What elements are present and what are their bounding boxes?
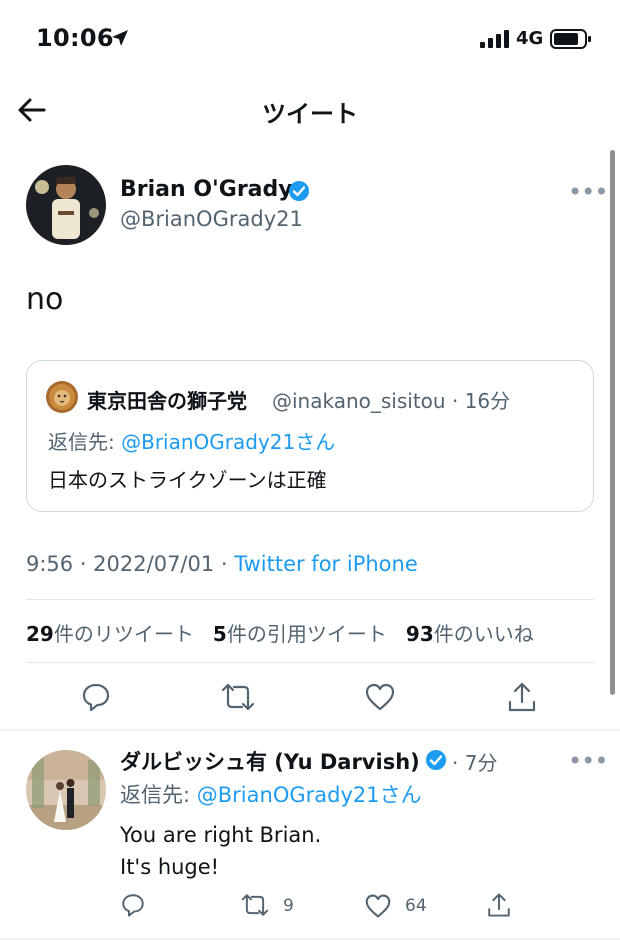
reply-author-name[interactable]: ダルビッシュ有 (Yu Darvish) [120,746,420,776]
battery-icon [550,29,591,49]
reply-to-label: 返信先: [48,430,122,454]
tweet-text: no [26,282,64,317]
author-avatar-image [26,165,106,245]
reply-to-label: 返信先: [120,783,197,807]
location-arrow-icon [112,30,128,46]
like-heart-icon[interactable] [364,893,392,919]
quote-text: 日本のストライクゾーンは正確 [48,468,327,492]
quote-author-avatar[interactable] [46,381,78,413]
quote-author-handle-time: @inakano_sisitou · 16分 [272,389,511,413]
author-handle[interactable]: @BrianOGrady21 [120,207,303,231]
like-count: 64 [405,896,427,916]
reply-icon[interactable] [80,681,112,713]
author-name[interactable]: Brian O'Grady [120,177,293,202]
likes-stat[interactable]: 93件のいいね [406,622,534,646]
share-icon[interactable] [506,680,538,714]
section-separator [0,729,620,731]
scrollbar[interactable] [610,150,615,695]
like-heart-icon[interactable] [364,682,396,712]
back-arrow-icon[interactable] [16,96,48,124]
network-type: 4G [516,28,544,49]
cellular-signal-icon [480,30,509,48]
status-time: 10:06 [36,24,114,52]
verified-badge-icon [426,750,446,770]
reply-avatar-image [26,750,106,830]
nav-bar: ツイート [0,80,620,140]
share-icon[interactable] [486,891,512,919]
retweet-icon[interactable] [240,892,270,918]
quoted-tweet[interactable]: 東京田舎の獅子党 @inakano_sisitou · 16分 返信先: @Br… [26,360,594,512]
quote-author-name: 東京田舎の獅子党 [87,389,247,413]
retweet-icon[interactable] [220,681,256,713]
status-bar: 10:06 4G [0,0,620,80]
reply-time: · 7分 [452,751,498,775]
tweet-meta: 9:56 · 2022/07/01 · Twitter for iPhone [26,552,418,576]
author-avatar[interactable] [26,165,106,245]
reply-text-line: It's huge! [120,855,220,879]
reply-author-avatar[interactable] [26,750,106,830]
divider [26,662,594,663]
reply-icon[interactable] [120,892,146,918]
divider [26,599,594,600]
retweets-stat[interactable]: 29件のリツイート [26,622,194,646]
lion-avatar-image [46,381,78,413]
reply-text-line: You are right Brian. [120,823,322,847]
more-options-icon[interactable]: ••• [568,178,608,206]
tweet-stats: 29件のリツイート 5件の引用ツイート 93件のいいね [26,618,534,647]
reply-to-handle-link[interactable]: @BrianOGrady21さん [197,783,422,807]
quote-reply-to: 返信先: @BrianOGrady21さん [48,426,335,455]
retweet-count: 9 [283,896,294,916]
page-title: ツイート [262,100,358,128]
bottom-divider [0,938,620,940]
more-options-icon[interactable]: ••• [568,747,608,775]
quotes-stat[interactable]: 5件の引用ツイート [213,622,387,646]
tweet-datetime: 9:56 · 2022/07/01 · [26,552,235,576]
tweet-source-link[interactable]: Twitter for iPhone [234,552,418,576]
verified-badge-icon [289,181,309,201]
reply-to-handle-link[interactable]: @BrianOGrady21さん [121,430,335,454]
reply-to: 返信先: @BrianOGrady21さん [120,779,422,809]
reply-text: You are right Brian. It's huge! [120,819,321,883]
